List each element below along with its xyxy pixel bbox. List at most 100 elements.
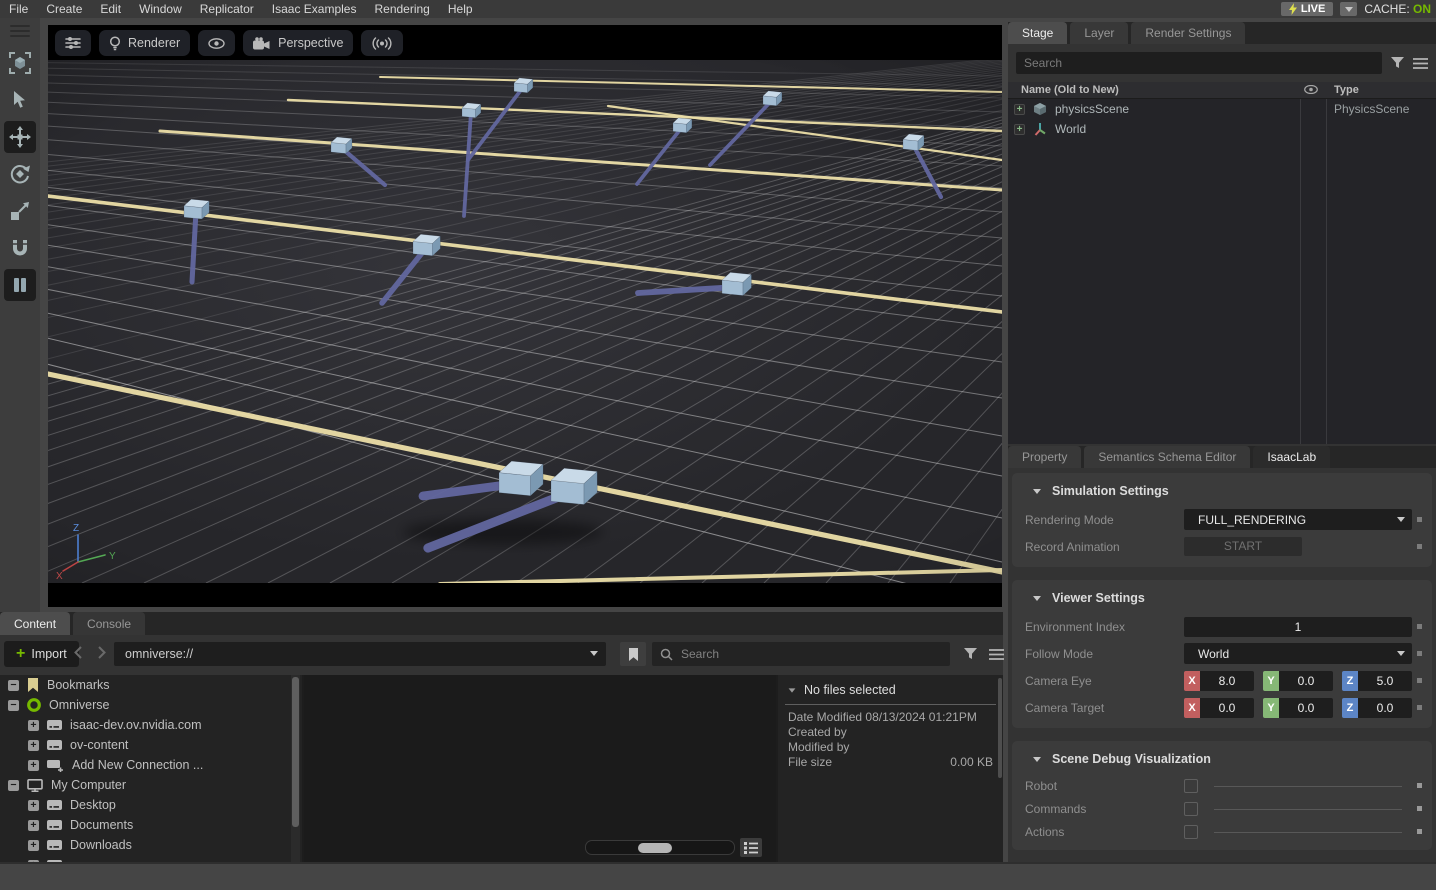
tree-item-clipped[interactable]: + bbox=[0, 855, 302, 862]
collapse-icon[interactable]: − bbox=[8, 680, 19, 691]
filter-icon[interactable] bbox=[1391, 57, 1404, 69]
file-grid-area[interactable] bbox=[304, 675, 776, 862]
tab-render-settings[interactable]: Render Settings bbox=[1131, 22, 1245, 44]
scale-tool-button[interactable] bbox=[4, 195, 36, 227]
actions-debug-checkbox[interactable] bbox=[1184, 825, 1198, 839]
move-tool-button[interactable] bbox=[4, 121, 36, 153]
content-options-icon[interactable] bbox=[989, 649, 1004, 660]
rendering-mode-dropdown[interactable]: FULL_RENDERING bbox=[1184, 509, 1412, 530]
tree-item-desktop[interactable]: + Desktop bbox=[0, 795, 302, 815]
visibility-button[interactable] bbox=[198, 30, 235, 56]
selection-header[interactable]: No files selected bbox=[778, 675, 1003, 704]
stage-row-physics-scene[interactable]: + physicsScene PhysicsScene bbox=[1008, 99, 1436, 119]
expand-icon[interactable]: + bbox=[28, 760, 39, 771]
broadcast-button[interactable] bbox=[361, 30, 403, 56]
stage-options-icon[interactable] bbox=[1413, 58, 1428, 69]
cache-value: ON bbox=[1413, 2, 1431, 16]
camera-target-z-field[interactable]: 0.0 bbox=[1358, 698, 1412, 718]
expand-icon[interactable]: + bbox=[1014, 104, 1025, 115]
property-default-dot bbox=[1417, 678, 1422, 683]
frame-selection-button[interactable] bbox=[4, 47, 36, 79]
tree-item-my-computer[interactable]: − My Computer bbox=[0, 775, 302, 795]
forward-button[interactable] bbox=[98, 646, 106, 662]
tab-isaaclab[interactable]: IsaacLab bbox=[1253, 446, 1330, 468]
scrollbar-thumb[interactable] bbox=[292, 677, 299, 827]
list-view-button[interactable] bbox=[740, 838, 762, 857]
camera-target-x-field[interactable]: 0.0 bbox=[1200, 698, 1254, 718]
path-input[interactable] bbox=[114, 642, 606, 666]
drag-handle[interactable] bbox=[10, 25, 30, 37]
viewport-scene[interactable]: ZYX bbox=[48, 60, 1002, 583]
scrollbar-thumb[interactable] bbox=[998, 678, 1002, 778]
tree-item-documents[interactable]: + Documents bbox=[0, 815, 302, 835]
tree-item-isaac-dev[interactable]: + isaac-dev.ov.nvidia.com bbox=[0, 715, 302, 735]
robot-debug-checkbox[interactable] bbox=[1184, 779, 1198, 793]
drive-icon bbox=[47, 799, 62, 811]
viewer-settings-header[interactable]: Viewer Settings bbox=[1012, 584, 1432, 613]
viewport-settings-button[interactable] bbox=[55, 30, 91, 56]
follow-mode-dropdown[interactable]: World bbox=[1184, 643, 1412, 664]
live-button[interactable]: LIVE bbox=[1281, 2, 1333, 16]
menu-edit[interactable]: Edit bbox=[91, 0, 130, 18]
renderer-button[interactable]: Renderer bbox=[99, 30, 190, 56]
menu-replicator[interactable]: Replicator bbox=[191, 0, 263, 18]
tab-content[interactable]: Content bbox=[0, 612, 70, 635]
tree-item-bookmarks[interactable]: − Bookmarks bbox=[0, 675, 302, 695]
tree-item-omniverse[interactable]: − Omniverse bbox=[0, 695, 302, 715]
import-button[interactable]: + Import bbox=[4, 641, 79, 667]
menu-isaac-examples[interactable]: Isaac Examples bbox=[263, 0, 366, 18]
tab-stage[interactable]: Stage bbox=[1008, 22, 1067, 44]
scene-debug-header[interactable]: Scene Debug Visualization bbox=[1012, 745, 1432, 774]
camera-eye-x-field[interactable]: 8.0 bbox=[1200, 671, 1254, 691]
tab-layer[interactable]: Layer bbox=[1070, 22, 1128, 44]
menu-help[interactable]: Help bbox=[439, 0, 482, 18]
simulation-settings-header[interactable]: Simulation Settings bbox=[1012, 477, 1432, 506]
property-default-dot bbox=[1417, 806, 1422, 811]
menu-file[interactable]: File bbox=[0, 0, 37, 18]
menu-create[interactable]: Create bbox=[37, 0, 91, 18]
tab-console[interactable]: Console bbox=[73, 612, 145, 635]
expand-icon[interactable]: + bbox=[28, 720, 39, 731]
bookmark-button[interactable] bbox=[620, 642, 646, 666]
pause-button[interactable] bbox=[4, 269, 36, 301]
select-tool-button[interactable] bbox=[4, 84, 36, 116]
expand-icon[interactable]: + bbox=[28, 800, 39, 811]
column-type[interactable]: Type bbox=[1334, 84, 1359, 96]
expand-icon[interactable]: + bbox=[28, 840, 39, 851]
camera-eye-z-field[interactable]: 5.0 bbox=[1358, 671, 1412, 691]
menu-window[interactable]: Window bbox=[130, 0, 191, 18]
computer-icon bbox=[27, 779, 43, 792]
content-filter-icon[interactable] bbox=[964, 648, 977, 660]
collapse-icon[interactable]: − bbox=[8, 780, 19, 791]
column-name[interactable]: Name (Old to New) bbox=[1008, 84, 1119, 96]
thumbnail-size-slider[interactable] bbox=[585, 840, 735, 855]
tree-item-add-new-connection[interactable]: + Add New Connection ... bbox=[0, 755, 302, 775]
camera-button[interactable]: Perspective bbox=[243, 30, 353, 56]
stage-row-world[interactable]: + World bbox=[1008, 119, 1436, 139]
slider-thumb[interactable] bbox=[638, 843, 672, 853]
environment-index-row: Environment Index 1 bbox=[1012, 613, 1432, 640]
menu-rendering[interactable]: Rendering bbox=[365, 0, 438, 18]
commands-debug-checkbox[interactable] bbox=[1184, 802, 1198, 816]
collapse-icon[interactable]: − bbox=[8, 700, 19, 711]
tree-item-ov-content[interactable]: + ov-content bbox=[0, 735, 302, 755]
broadcast-icon bbox=[371, 37, 393, 50]
start-button[interactable]: START bbox=[1184, 537, 1302, 556]
tab-property[interactable]: Property bbox=[1008, 446, 1081, 468]
content-search-input[interactable] bbox=[681, 647, 942, 661]
environment-index-field[interactable]: 1 bbox=[1184, 617, 1412, 637]
expand-icon[interactable]: + bbox=[28, 740, 39, 751]
camera-eye-y-field[interactable]: 0.0 bbox=[1279, 671, 1333, 691]
back-button[interactable] bbox=[74, 646, 82, 662]
path-dropdown-icon[interactable] bbox=[590, 651, 598, 656]
live-dropdown-button[interactable] bbox=[1340, 2, 1357, 16]
camera-target-y-field[interactable]: 0.0 bbox=[1279, 698, 1333, 718]
expand-icon[interactable]: + bbox=[1014, 124, 1025, 135]
stage-search-input[interactable] bbox=[1016, 52, 1382, 74]
rotate-tool-button[interactable] bbox=[4, 158, 36, 190]
stage-panel: Name (Old to New) Type + physicsScene Ph… bbox=[1008, 44, 1436, 446]
tree-item-downloads[interactable]: + Downloads bbox=[0, 835, 302, 855]
expand-icon[interactable]: + bbox=[28, 820, 39, 831]
tab-semantics-schema-editor[interactable]: Semantics Schema Editor bbox=[1084, 446, 1250, 468]
snap-tool-button[interactable] bbox=[4, 232, 36, 264]
